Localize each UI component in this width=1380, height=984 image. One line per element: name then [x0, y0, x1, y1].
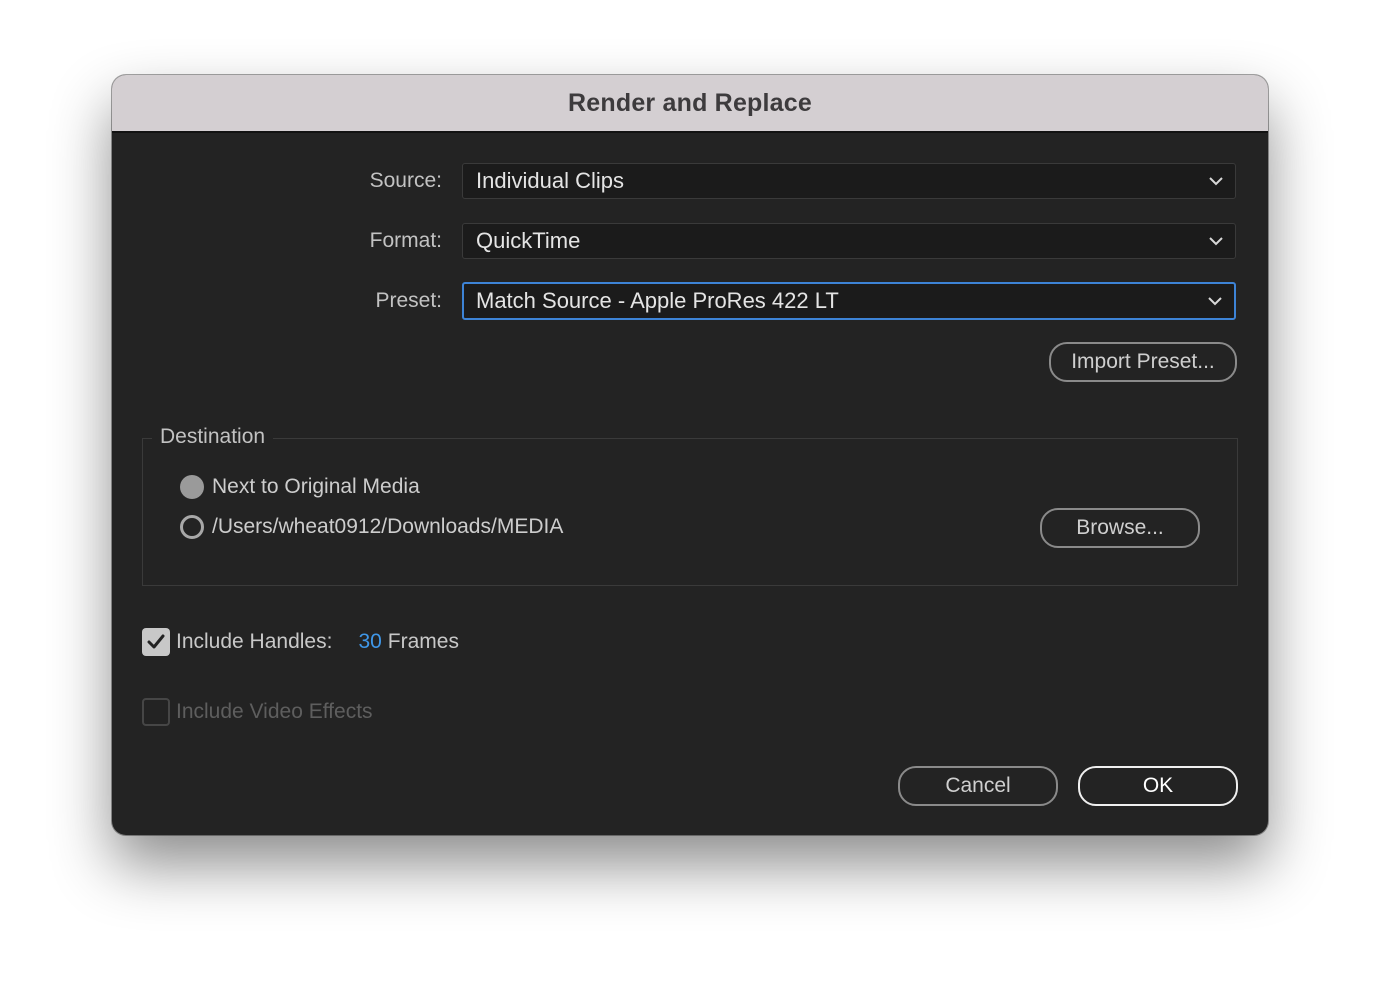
include-handles-checkbox[interactable]	[142, 628, 170, 656]
cancel-button[interactable]: Cancel	[898, 766, 1058, 806]
radio-unselected-indicator[interactable]	[180, 515, 204, 539]
preset-label: Preset:	[375, 289, 442, 312]
format-dropdown[interactable]: QuickTime	[462, 223, 1236, 259]
dialog-title: Render and Replace	[568, 88, 812, 117]
preset-value: Match Source - Apple ProRes 422 LT	[476, 288, 839, 313]
chevron-down-icon	[1209, 237, 1223, 246]
radio-custom-path[interactable]: /Users/wheat0912/Downloads/MEDIA	[180, 515, 563, 539]
handles-frames-unit: Frames	[387, 630, 459, 653]
include-video-effects-checkbox	[142, 698, 170, 726]
include-video-effects-row: Include Video Effects	[142, 698, 373, 726]
format-label: Format:	[369, 229, 442, 252]
destination-group-label: Destination	[152, 425, 274, 449]
checkmark-icon	[147, 634, 165, 649]
include-video-effects-label: Include Video Effects	[176, 700, 373, 723]
import-preset-button[interactable]: Import Preset...	[1049, 342, 1237, 382]
render-and-replace-dialog: Render and Replace Source: Individual Cl…	[112, 75, 1268, 835]
ok-button[interactable]: OK	[1078, 766, 1238, 806]
format-value: QuickTime	[476, 228, 581, 253]
radio-next-to-original-label: Next to Original Media	[212, 475, 420, 498]
chevron-down-icon	[1209, 177, 1223, 186]
dialog-titlebar[interactable]: Render and Replace	[112, 75, 1268, 133]
chevron-down-icon	[1208, 297, 1222, 306]
source-label: Source:	[369, 169, 442, 192]
handles-frames-value[interactable]: 30	[358, 630, 381, 654]
source-dropdown[interactable]: Individual Clips	[462, 163, 1236, 199]
browse-button[interactable]: Browse...	[1040, 508, 1200, 548]
radio-custom-path-label: /Users/wheat0912/Downloads/MEDIA	[212, 515, 564, 538]
preset-dropdown[interactable]: Match Source - Apple ProRes 422 LT	[462, 282, 1236, 320]
source-value: Individual Clips	[476, 168, 624, 193]
radio-selected-indicator[interactable]	[180, 475, 204, 499]
include-handles-label: Include Handles:	[176, 630, 333, 653]
radio-next-to-original[interactable]: Next to Original Media	[180, 475, 420, 499]
include-handles-row: Include Handles: 30 Frames	[142, 628, 459, 656]
